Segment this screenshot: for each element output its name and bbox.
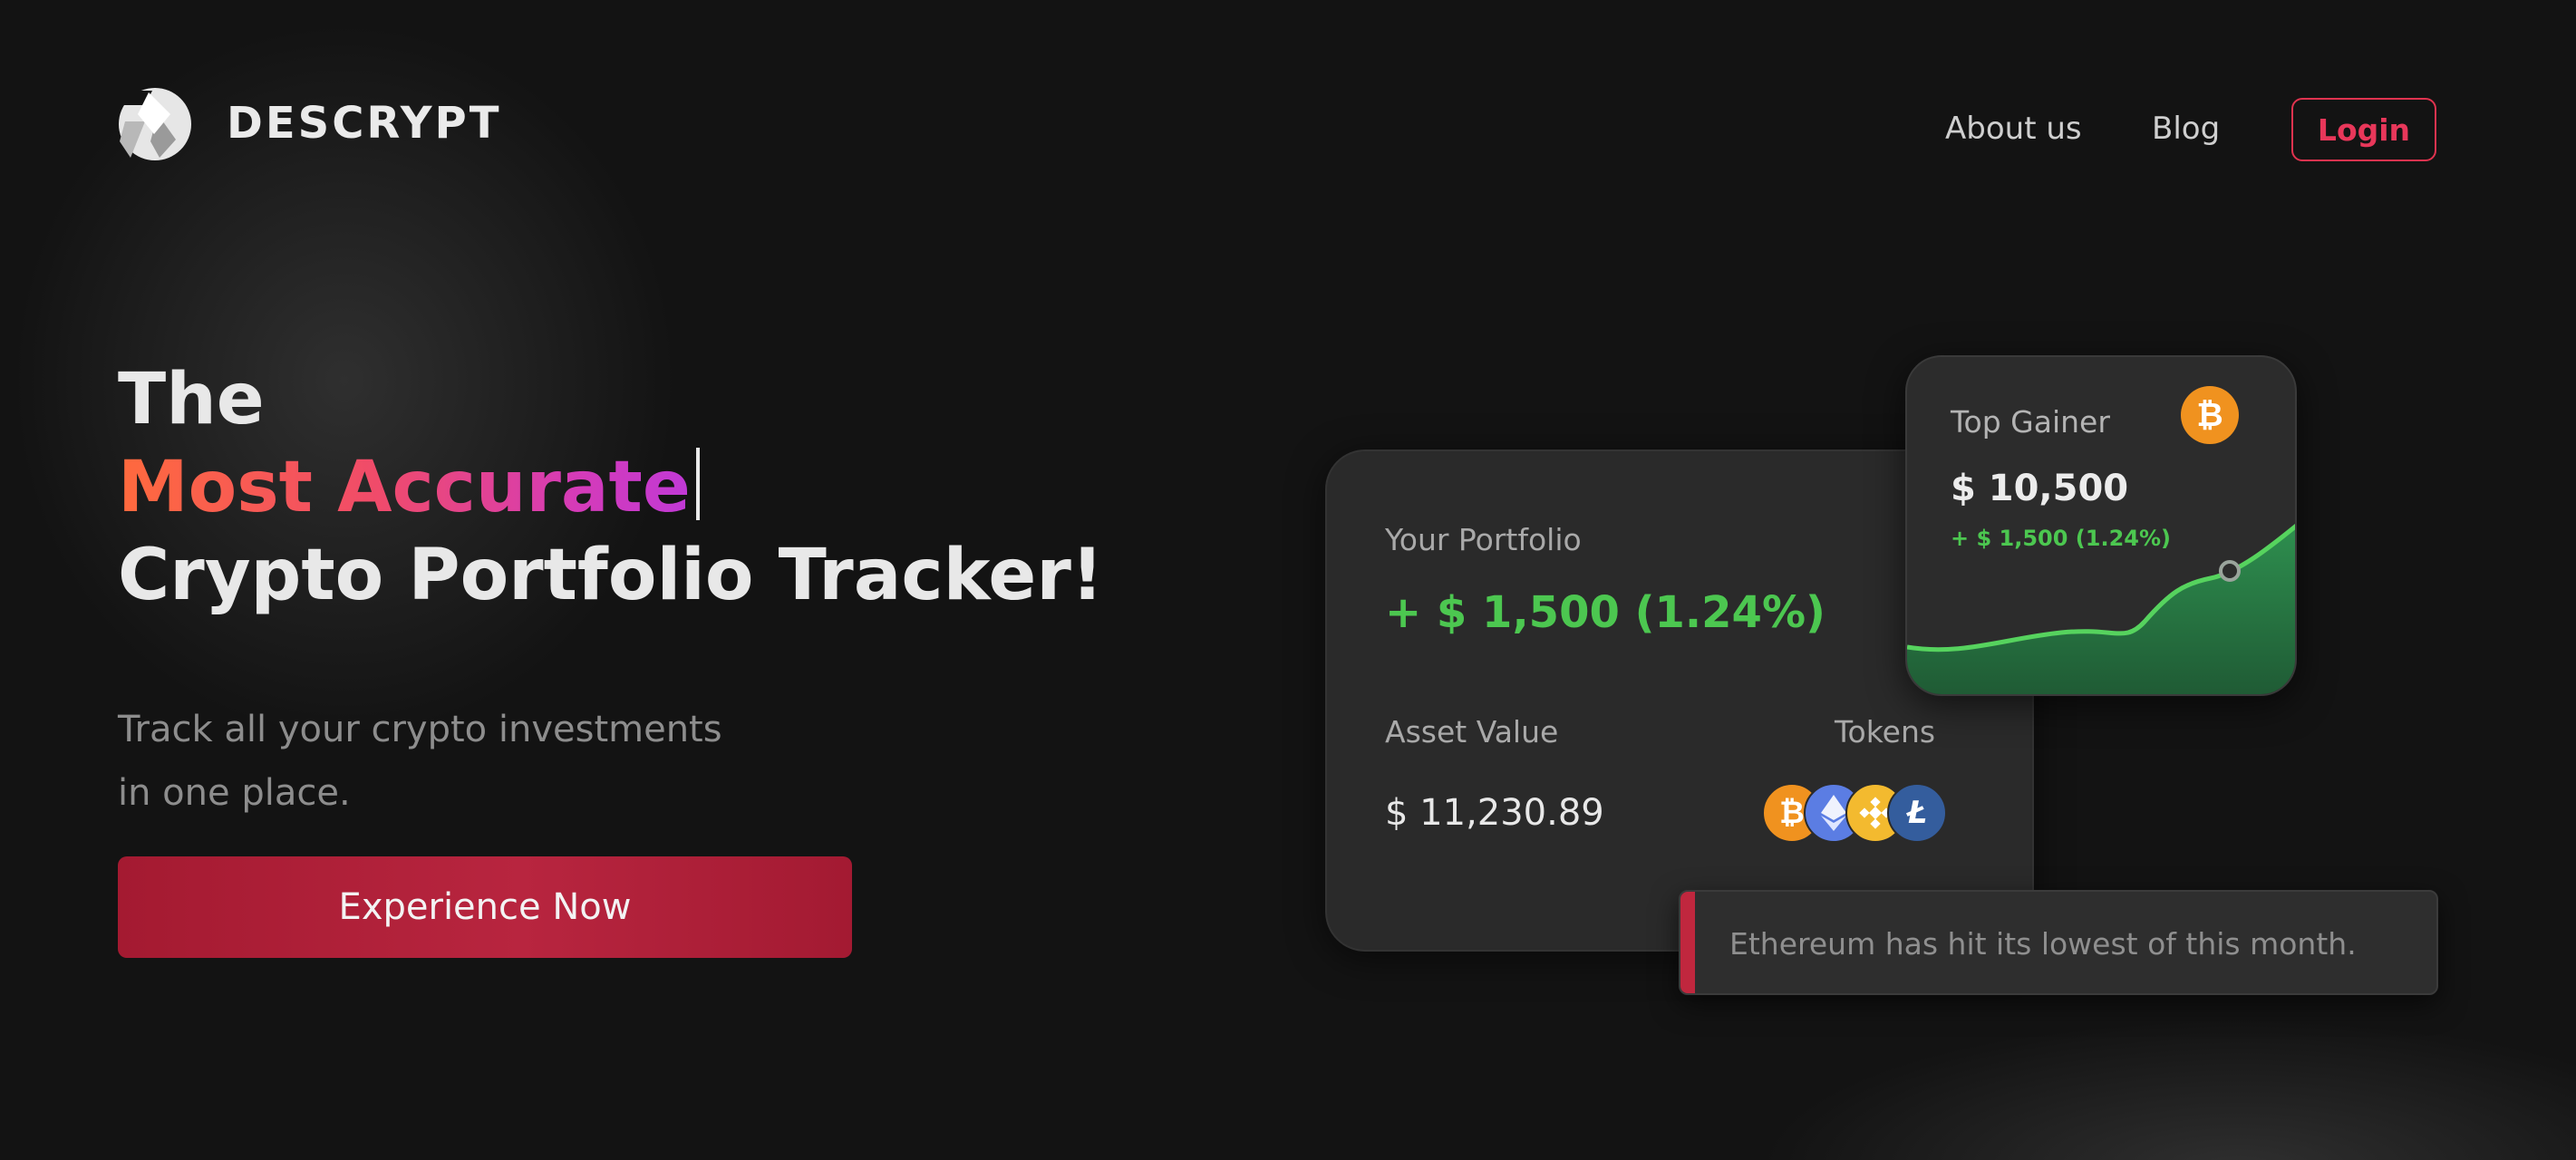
logo-icon[interactable]: [118, 87, 192, 161]
tokens-label: Tokens: [1835, 714, 1936, 749]
nav-about-link[interactable]: About us: [1945, 111, 2082, 147]
litecoin-icon: Ł: [1887, 783, 1947, 843]
notification-accent-bar: [1680, 892, 1695, 993]
text-caret: [695, 448, 700, 520]
hero-title-line-1: The: [118, 359, 265, 440]
nav-blog-link[interactable]: Blog: [2152, 111, 2220, 147]
top-gainer-value: $ 10,500: [1951, 468, 2129, 509]
ethereum-notification[interactable]: Ethereum has hit its lowest of this mont…: [1679, 890, 2438, 995]
hero-subtitle: Track all your crypto investments in one…: [118, 698, 934, 825]
hero-subtitle-line-2: in one place.: [118, 772, 351, 814]
portfolio-title: Your Portfolio: [1385, 522, 1582, 557]
bitcoin-icon: ₿: [2181, 386, 2239, 444]
brand-name[interactable]: DESCRYPT: [227, 98, 501, 149]
hero-title-line-3: Crypto Portfolio Tracker!: [118, 535, 1104, 616]
hero-subtitle-line-1: Track all your crypto investments: [118, 709, 722, 750]
login-button[interactable]: Login: [2291, 98, 2436, 161]
notification-text: Ethereum has hit its lowest of this mont…: [1729, 926, 2357, 962]
asset-value-label: Asset Value: [1385, 714, 1559, 749]
portfolio-change: + $ 1,500 (1.24%): [1385, 587, 1825, 638]
hero-highlight: Most Accurate: [118, 447, 691, 528]
asset-value: $ 11,230.89: [1385, 792, 1604, 834]
chart-point-marker: [2219, 560, 2241, 582]
top-gainer-title: Top Gainer: [1951, 404, 2110, 440]
hero-title-line-2: Most Accurate: [118, 447, 700, 528]
top-gainer-sparkline: [1907, 524, 2295, 694]
top-gainer-card: Top Gainer ₿ $ 10,500 + $ 1,500 (1.24%): [1905, 355, 2297, 696]
token-icons: ₿ Ł: [1762, 783, 1947, 843]
experience-now-button[interactable]: Experience Now: [118, 856, 852, 958]
